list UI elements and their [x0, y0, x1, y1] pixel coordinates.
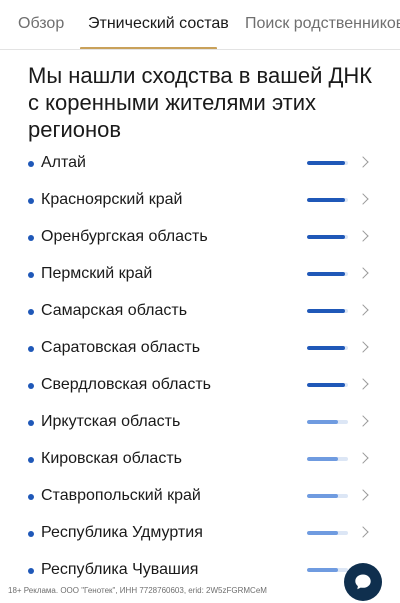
region-row[interactable]: Республика Чувашия — [0, 552, 400, 589]
similarity-bar — [307, 309, 348, 313]
chat-button[interactable] — [344, 563, 382, 601]
region-label: Пермский край — [41, 265, 153, 282]
similarity-bar-fill — [307, 198, 345, 202]
chevron-right-icon[interactable] — [357, 304, 369, 316]
region-bullet — [28, 568, 34, 574]
tab-overview[interactable]: Обзор — [18, 15, 64, 33]
region-bullet — [28, 272, 34, 278]
region-row[interactable]: Кировская область — [0, 441, 400, 478]
region-bullet — [28, 420, 34, 426]
similarity-bar-fill — [307, 346, 345, 350]
tab-relative-search[interactable]: Поиск родственников — [245, 15, 400, 33]
region-bullet — [28, 494, 34, 500]
similarity-bar-fill — [307, 420, 338, 424]
region-label: Красноярский край — [41, 191, 183, 208]
similarity-bar — [307, 235, 348, 239]
chevron-right-icon[interactable] — [357, 156, 369, 168]
similarity-bar — [307, 420, 348, 424]
similarity-bar-fill — [307, 272, 345, 276]
chevron-right-icon[interactable] — [357, 415, 369, 427]
region-bullet — [28, 531, 34, 537]
region-bullet — [28, 309, 34, 315]
region-label: Кировская область — [41, 450, 182, 467]
similarity-bar-fill — [307, 494, 338, 498]
similarity-bar-fill — [307, 531, 338, 535]
similarity-bar-fill — [307, 235, 345, 239]
region-bullet — [28, 457, 34, 463]
region-bullet — [28, 161, 34, 167]
chevron-right-icon[interactable] — [357, 452, 369, 464]
region-row[interactable]: Красноярский край — [0, 182, 400, 219]
similarity-bar — [307, 346, 348, 350]
region-label: Самарская область — [41, 302, 188, 319]
region-label: Оренбургская область — [41, 228, 208, 245]
chevron-right-icon[interactable] — [357, 230, 369, 242]
similarity-bar — [307, 383, 348, 387]
similarity-bar — [307, 198, 348, 202]
similarity-bar — [307, 272, 348, 276]
region-row[interactable]: Ставропольский край — [0, 478, 400, 515]
region-label: Республика Удмуртия — [41, 524, 203, 541]
region-row[interactable]: Иркутская область — [0, 404, 400, 441]
region-row[interactable]: Республика Удмуртия — [0, 515, 400, 552]
chevron-right-icon[interactable] — [357, 526, 369, 538]
chevron-right-icon[interactable] — [357, 341, 369, 353]
chevron-right-icon[interactable] — [357, 489, 369, 501]
region-label: Алтай — [41, 154, 86, 171]
chevron-right-icon[interactable] — [357, 378, 369, 390]
region-label: Республика Чувашия — [41, 561, 199, 578]
tab-ethnic-composition[interactable]: Этнический состав — [88, 15, 229, 33]
active-tab-indicator — [80, 47, 217, 49]
region-row[interactable]: Свердловская область — [0, 367, 400, 404]
region-label: Ставропольский край — [41, 487, 201, 504]
similarity-bar-fill — [307, 383, 345, 387]
region-row[interactable]: Пермский край — [0, 256, 400, 293]
region-row[interactable]: Алтай — [0, 145, 400, 182]
chevron-right-icon[interactable] — [357, 193, 369, 205]
region-row[interactable]: Оренбургская область — [0, 219, 400, 256]
region-label: Иркутская область — [41, 413, 181, 430]
similarity-bar — [307, 531, 348, 535]
similarity-bar — [307, 457, 348, 461]
similarity-bar — [307, 161, 348, 165]
region-row[interactable]: Саратовская область — [0, 330, 400, 367]
chat-bubble-icon — [355, 574, 371, 590]
region-bullet — [28, 198, 34, 204]
similarity-bar — [307, 494, 348, 498]
region-label: Свердловская область — [41, 376, 211, 393]
chevron-right-icon[interactable] — [357, 267, 369, 279]
ad-disclaimer: 18+ Реклама. ООО "Генотек", ИНН 77287606… — [8, 586, 267, 595]
region-label: Саратовская область — [41, 339, 201, 356]
ethnicity-page: Обзор Этнический состав Поиск родственни… — [0, 0, 400, 603]
similarity-bar-fill — [307, 568, 338, 572]
page-heading: Мы нашли сходства в вашей ДНК с коренным… — [28, 63, 373, 142]
similarity-bar-fill — [307, 309, 345, 313]
region-bullet — [28, 383, 34, 389]
similarity-bar — [307, 568, 348, 572]
similarity-bar-fill — [307, 457, 338, 461]
tab-bar: Обзор Этнический состав Поиск родственни… — [0, 0, 400, 50]
similarity-bar-fill — [307, 161, 345, 165]
region-bullet — [28, 235, 34, 241]
region-bullet — [28, 346, 34, 352]
region-row[interactable]: Самарская область — [0, 293, 400, 330]
region-list: Алтай Красноярский край Оренбургская облас… — [0, 145, 400, 589]
